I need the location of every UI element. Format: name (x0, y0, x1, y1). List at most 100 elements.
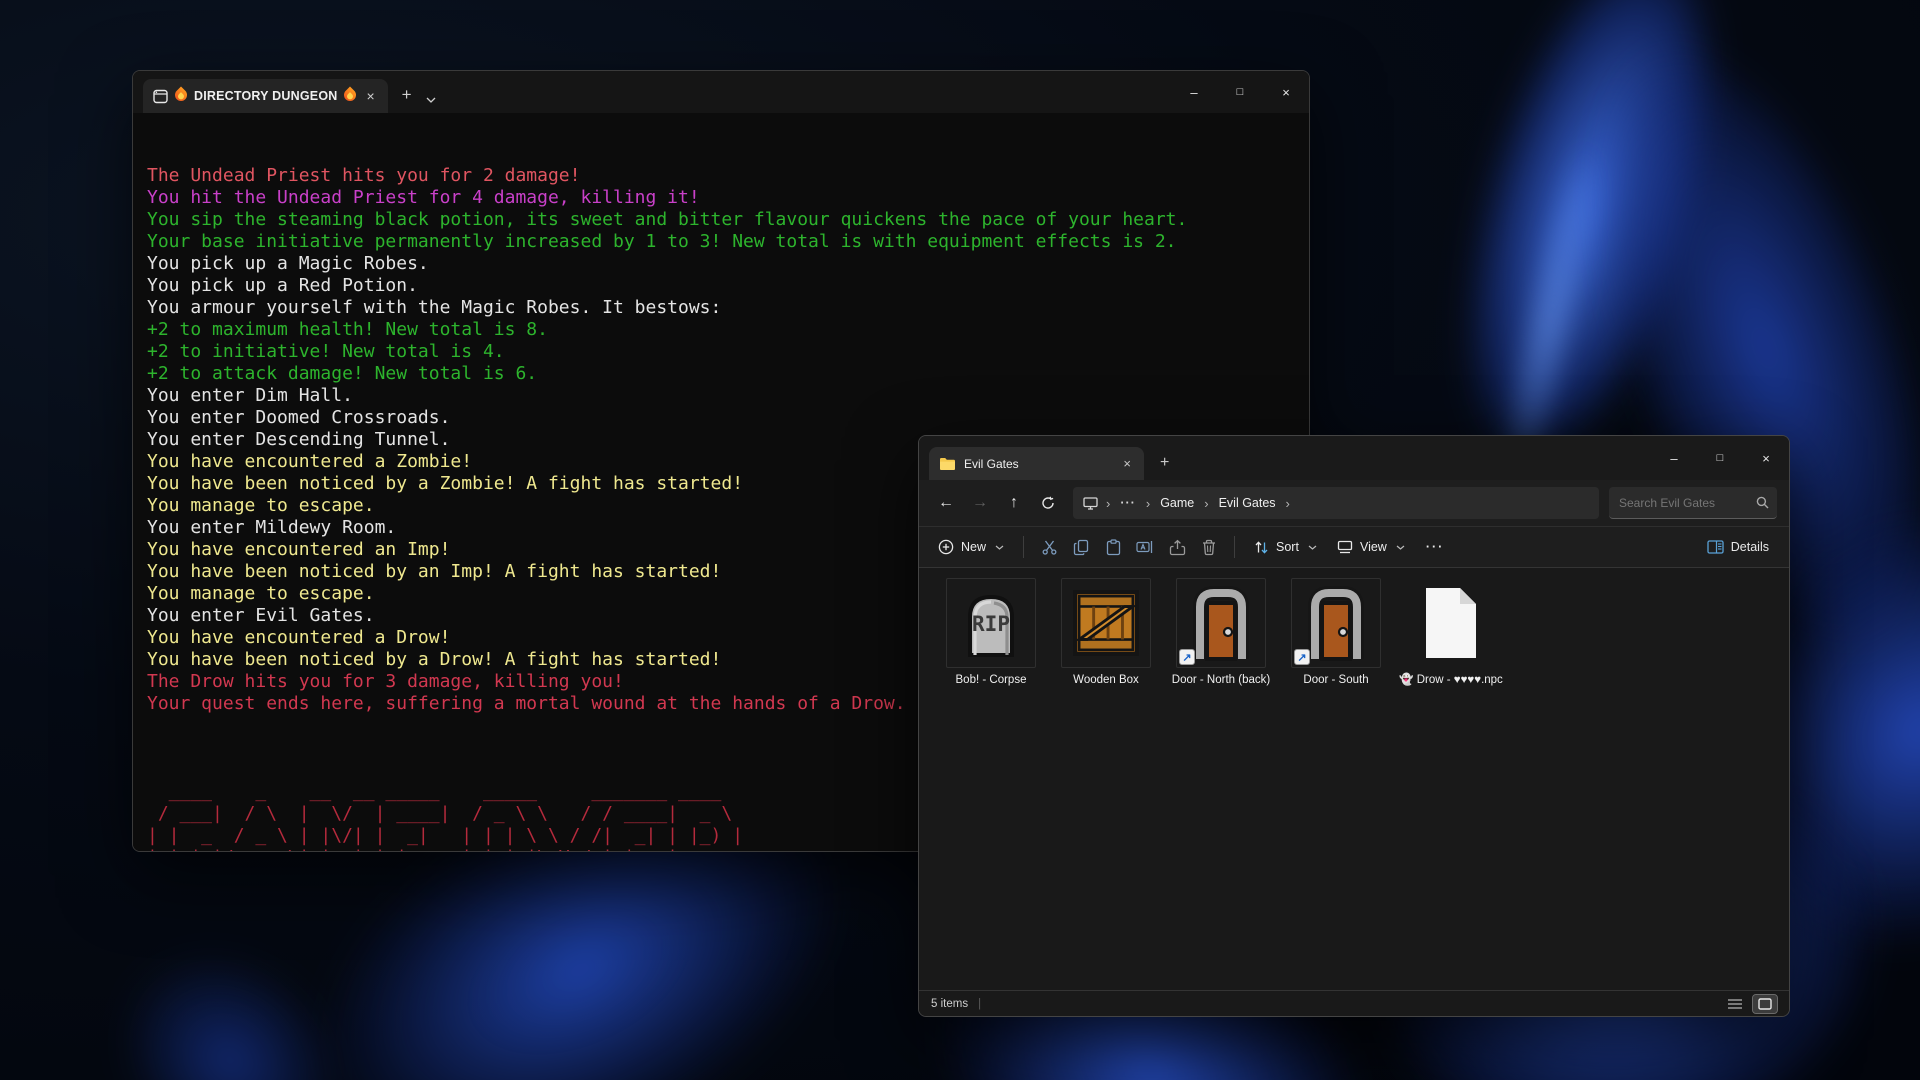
sort-icon (1254, 540, 1269, 555)
flame-icon (173, 87, 190, 104)
close-button[interactable]: × (1743, 436, 1789, 480)
sort-button[interactable]: Sort (1245, 534, 1326, 561)
items-count: 5 items (931, 998, 968, 1010)
svg-text:RIP: RIP (972, 612, 1010, 636)
tab-close-icon[interactable]: × (1120, 456, 1134, 471)
terminal-log-line: You pick up a Red Potion. (147, 275, 1295, 297)
toolbar-divider (1023, 536, 1024, 558)
toolbar-divider (1234, 536, 1235, 558)
view-toggles (1723, 995, 1777, 1013)
new-button-label: New (961, 540, 986, 554)
chevron-down-icon (995, 545, 1004, 550)
explorer-new-tab-button[interactable]: + (1160, 454, 1169, 472)
delete-icon[interactable] (1194, 532, 1224, 562)
view-button-label: View (1360, 540, 1387, 554)
terminal-log-line: You hit the Undead Priest for 4 damage, … (147, 187, 1295, 209)
tab-close-icon[interactable]: × (363, 88, 377, 104)
breadcrumb-item-game[interactable]: Game (1158, 496, 1196, 510)
file-tile-door-north[interactable]: ↗ Door - North (back) (1165, 578, 1277, 687)
back-button[interactable]: ← (931, 488, 961, 518)
crate-icon (1061, 578, 1151, 668)
forward-button[interactable]: → (965, 488, 995, 518)
details-button-label: Details (1731, 540, 1769, 554)
breadcrumb-chevron[interactable]: › (1140, 496, 1156, 511)
terminal-titlebar: DIRECTORY DUNGEON × + – □ × (133, 71, 1309, 113)
sort-button-label: Sort (1276, 540, 1299, 554)
paste-icon[interactable] (1098, 532, 1128, 562)
share-icon[interactable] (1162, 532, 1192, 562)
copy-icon[interactable] (1066, 532, 1096, 562)
explorer-address-bar: ← → ↑ › ··· › Game › Evil Gates › (919, 480, 1789, 526)
close-button[interactable]: × (1263, 71, 1309, 113)
terminal-log-line: You enter Dim Hall. (147, 385, 1295, 407)
minimize-button[interactable]: – (1651, 436, 1697, 480)
file-tile-bob-corpse[interactable]: RIP Bob! - Corpse (935, 578, 1047, 687)
folder-icon (939, 457, 956, 471)
terminal-log-line: +2 to attack damage! New total is 6. (147, 363, 1295, 385)
breadcrumb-chevron[interactable]: › (1100, 496, 1116, 511)
shortcut-arrow-icon: ↗ (1179, 649, 1195, 665)
view-icon (1337, 540, 1353, 554)
search-icon[interactable] (1756, 496, 1769, 509)
file-tile-drow-npc[interactable]: 👻 Drow - ♥♥♥♥.npc (1395, 578, 1507, 687)
details-pane-icon (1707, 540, 1724, 554)
file-name: Door - South (1303, 673, 1368, 687)
minimize-button[interactable]: – (1171, 71, 1217, 113)
search-input[interactable] (1619, 496, 1756, 510)
flame-icon (342, 87, 359, 104)
cut-icon[interactable] (1034, 532, 1064, 562)
explorer-titlebar: Evil Gates × + – □ × (919, 436, 1789, 480)
terminal-log-line: You sip the steaming black potion, its s… (147, 209, 1295, 231)
terminal-log-line: +2 to initiative! New total is 4. (147, 341, 1295, 363)
new-button[interactable]: New (929, 533, 1013, 561)
breadcrumb-chevron[interactable]: › (1280, 496, 1296, 511)
maximize-button[interactable]: □ (1697, 436, 1743, 480)
chevron-down-icon[interactable] (426, 97, 436, 103)
file-explorer-window: Evil Gates × + – □ × ← → ↑ › ··· › Game … (918, 435, 1790, 1017)
door-icon: ↗ (1291, 578, 1381, 668)
file-name: 👻 Drow - ♥♥♥♥.npc (1399, 673, 1503, 687)
terminal-log-line: You armour yourself with the Magic Robes… (147, 297, 1295, 319)
new-tab-button[interactable]: + (402, 85, 412, 105)
file-name: Bob! - Corpse (956, 673, 1027, 687)
this-pc-icon[interactable] (1083, 497, 1098, 510)
search-box[interactable] (1609, 487, 1777, 519)
large-icons-view-toggle[interactable] (1753, 995, 1777, 1013)
file-name: Door - North (back) (1172, 673, 1270, 687)
more-options-button[interactable]: ··· (1416, 536, 1455, 558)
terminal-window-controls: – □ × (1171, 71, 1309, 113)
breadcrumb: › ··· › Game › Evil Gates › (1073, 487, 1599, 519)
door-icon: ↗ (1176, 578, 1266, 668)
file-tile-door-south[interactable]: ↗ Door - South (1280, 578, 1392, 687)
explorer-tab-label: Evil Gates (964, 457, 1019, 471)
rename-icon[interactable] (1130, 532, 1160, 562)
breadcrumb-chevron[interactable]: › (1198, 496, 1214, 511)
shortcut-arrow-icon: ↗ (1294, 649, 1310, 665)
refresh-button[interactable] (1033, 488, 1063, 518)
file-list: RIP Bob! - Corpse Wooden Box (919, 568, 1789, 990)
explorer-tab[interactable]: Evil Gates × (929, 447, 1144, 480)
explorer-status-bar: 5 items | (919, 990, 1789, 1016)
file-tile-wooden-box[interactable]: Wooden Box (1050, 578, 1162, 687)
document-icon (1406, 578, 1496, 668)
tombstone-icon: RIP (946, 578, 1036, 668)
terminal-log-line: You pick up a Magic Robes. (147, 253, 1295, 275)
explorer-window-controls: – □ × (1651, 436, 1789, 480)
view-button[interactable]: View (1328, 534, 1414, 560)
terminal-log-line: +2 to maximum health! New total is 8. (147, 319, 1295, 341)
maximize-button[interactable]: □ (1217, 71, 1263, 113)
breadcrumb-item-evil-gates[interactable]: Evil Gates (1217, 496, 1278, 510)
details-view-toggle[interactable] (1723, 995, 1747, 1013)
terminal-log-line: Your base initiative permanently increas… (147, 231, 1295, 253)
up-button[interactable]: ↑ (999, 488, 1029, 518)
terminal-tab-title: DIRECTORY DUNGEON (194, 89, 337, 103)
status-divider: | (978, 998, 981, 1010)
details-button[interactable]: Details (1697, 534, 1779, 560)
terminal-log-line: The Undead Priest hits you for 2 damage! (147, 165, 1295, 187)
chevron-down-icon (1308, 545, 1317, 550)
explorer-command-bar: New Sort View (919, 526, 1789, 568)
terminal-log-line: You enter Doomed Crossroads. (147, 407, 1295, 429)
breadcrumb-overflow[interactable]: ··· (1118, 496, 1138, 510)
chevron-down-icon (1396, 545, 1405, 550)
terminal-tab[interactable]: DIRECTORY DUNGEON × (143, 79, 388, 113)
